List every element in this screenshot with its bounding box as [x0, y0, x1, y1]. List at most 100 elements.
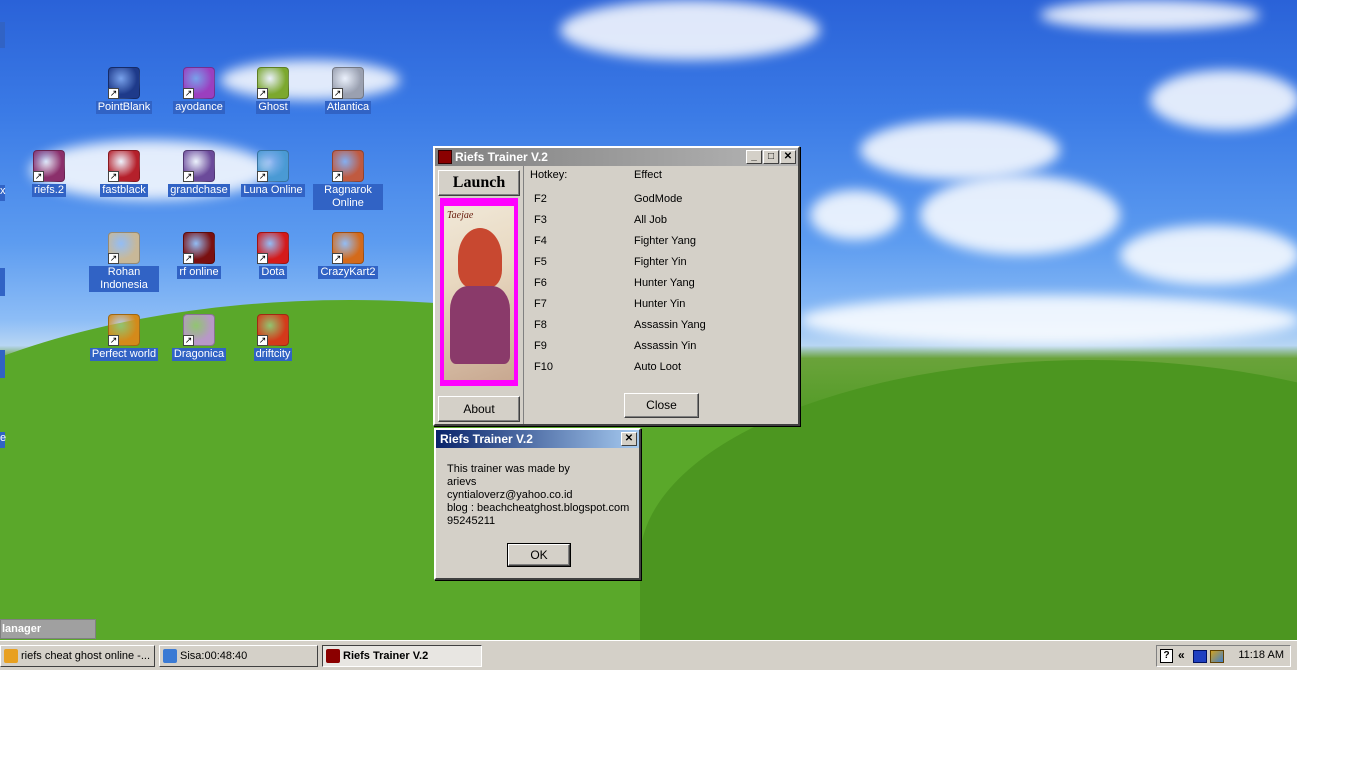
about-line: arievs — [447, 476, 477, 488]
shortcut-icon: ↗ — [257, 314, 289, 346]
desktop-icon[interactable]: ↗ driftcity — [238, 314, 308, 361]
shortcut-arrow-icon: ↗ — [257, 171, 268, 182]
cloud — [800, 295, 1297, 345]
minimize-button[interactable]: _ — [746, 150, 762, 164]
shortcut-arrow-icon: ↗ — [33, 171, 44, 182]
character-image: Taejae — [444, 206, 514, 380]
desktop-icon[interactable]: ↗ Luna Online — [238, 150, 308, 197]
hotkey-effect: Fighter Yin — [634, 256, 687, 268]
taskbar-task[interactable]: Riefs Trainer V.2 — [322, 645, 482, 667]
about-close-icon[interactable]: ✕ — [621, 432, 637, 446]
desktop-icon[interactable]: ↗ ayodance — [164, 67, 234, 114]
desktop-icon-label: riefs.2 — [32, 184, 66, 197]
hotkey-key: F10 — [534, 361, 553, 373]
clock[interactable]: 11:18 AM — [1238, 649, 1284, 661]
edge-label-text: x — [0, 185, 6, 197]
desktop-icon-label: Atlantica — [324, 101, 372, 114]
edge-icon-label[interactable] — [0, 268, 5, 296]
hotkey-effect: Auto Loot — [634, 361, 682, 373]
hotkey-key: F6 — [534, 277, 547, 289]
trainer-titlebar[interactable]: Riefs Trainer V.2 _ □ ✕ — [435, 148, 798, 166]
trainer-app-icon — [438, 150, 452, 164]
edge-icon-label[interactable] — [0, 350, 5, 378]
taskbar-task[interactable]: riefs cheat ghost online -... — [0, 645, 155, 667]
shortcut-arrow-icon: ↗ — [183, 88, 194, 99]
edge-icon-label[interactable]: x — [0, 185, 6, 201]
desktop-icon[interactable]: ↗ Atlantica — [313, 67, 383, 114]
desktop-icon[interactable]: ↗ fastblack — [89, 150, 159, 197]
about-titlebar[interactable]: Riefs Trainer V.2 ✕ — [436, 430, 639, 448]
edge-icon-label[interactable] — [0, 22, 5, 48]
edge-label-text: e — [0, 432, 7, 444]
desktop-icon[interactable]: ↗ Dota — [238, 232, 308, 279]
shortcut-arrow-icon: ↗ — [183, 335, 194, 346]
tray-app-icon[interactable] — [1210, 650, 1224, 663]
hotkey-header: Hotkey: — [530, 169, 568, 181]
task-app-icon — [163, 649, 177, 663]
desktop-icon[interactable]: ↗ CrazyKart2 — [313, 232, 383, 279]
shortcut-arrow-icon: ↗ — [332, 253, 343, 264]
trainer-title: Riefs Trainer V.2 — [455, 150, 548, 164]
hotkey-effect: Assassin Yin — [634, 340, 697, 352]
desktop-icon-label: Perfect world — [89, 348, 159, 361]
desktop-icon[interactable]: ↗ Rohan Indonesia — [89, 232, 159, 292]
shortcut-icon: ↗ — [183, 314, 215, 346]
cloud — [860, 120, 1060, 180]
desktop-icon[interactable]: ↗ Dragonica — [164, 314, 234, 361]
shortcut-icon: ↗ — [183, 67, 215, 99]
edge-icon-label[interactable]: e — [0, 432, 7, 448]
task-label: riefs cheat ghost online -... — [21, 650, 151, 662]
shortcut-icon: ↗ — [257, 232, 289, 264]
character-body — [450, 286, 510, 364]
desktop-icon-label: Dota — [259, 266, 287, 279]
about-button[interactable]: About — [438, 396, 520, 422]
help-icon[interactable]: ? — [1160, 649, 1173, 663]
desktop-icon[interactable]: ↗ Ghost — [238, 67, 308, 114]
desktop-icon-label: fastblack — [100, 184, 148, 197]
desktop-icon-label: Luna Online — [241, 184, 305, 197]
desktop-icon[interactable]: ↗ grandchase — [164, 150, 234, 197]
hotkey-key: F9 — [534, 340, 547, 352]
maximize-button[interactable]: □ — [763, 150, 779, 164]
taskbar-task[interactable]: Sisa:00:48:40 — [159, 645, 318, 667]
shortcut-icon: ↗ — [108, 314, 140, 346]
shortcut-arrow-icon: ↗ — [183, 171, 194, 182]
shortcut-icon: ↗ — [257, 67, 289, 99]
desktop-icon[interactable]: ↗ Ragnarok Online — [313, 150, 383, 210]
manager-label: lanager — [2, 623, 42, 635]
ok-button[interactable]: OK — [507, 543, 571, 567]
hotkey-effect: Hunter Yang — [634, 277, 695, 289]
about-line: This trainer was made by — [447, 463, 570, 475]
launch-button[interactable]: Launch — [438, 170, 520, 196]
desktop-icon-label: ayodance — [173, 101, 225, 114]
desktop-icon[interactable]: ↗ Perfect world — [89, 314, 159, 361]
network-icon[interactable] — [1193, 650, 1207, 663]
about-title: Riefs Trainer V.2 — [440, 432, 533, 446]
character-head — [458, 228, 502, 288]
desktop-icon[interactable]: ↗ rf online — [164, 232, 234, 279]
shortcut-icon: ↗ — [257, 150, 289, 182]
hotkey-effect: Hunter Yin — [634, 298, 686, 310]
about-dialog: Riefs Trainer V.2 ✕ This trainer was mad… — [434, 428, 641, 580]
tray-expand-icon[interactable]: « — [1178, 648, 1185, 662]
desktop-icon[interactable]: ↗ riefs.2 — [14, 150, 84, 197]
hotkey-effect: Fighter Yang — [634, 235, 696, 247]
desktop-icon-label: Ragnarok Online — [313, 184, 383, 210]
taskbar: riefs cheat ghost online -... Sisa:00:48:… — [0, 640, 1297, 670]
trainer-window: Riefs Trainer V.2 _ □ ✕ Launch Taejae Ab… — [433, 146, 800, 426]
cloud — [1120, 225, 1297, 285]
task-label: Sisa:00:48:40 — [180, 650, 248, 662]
hotkey-key: F8 — [534, 319, 547, 331]
shortcut-arrow-icon: ↗ — [257, 335, 268, 346]
system-tray: ? « 11:18 AM — [1156, 645, 1291, 667]
desktop-icon-label: grandchase — [168, 184, 230, 197]
desktop-icon-label: Ghost — [256, 101, 290, 114]
close-icon[interactable]: ✕ — [780, 150, 796, 164]
manager-minimized[interactable]: lanager — [0, 619, 96, 639]
hotkey-effect: Assassin Yang — [634, 319, 706, 331]
cloud — [1150, 70, 1297, 130]
shortcut-arrow-icon: ↗ — [108, 335, 119, 346]
shortcut-arrow-icon: ↗ — [183, 253, 194, 264]
desktop-icon[interactable]: ↗ PointBlank — [89, 67, 159, 114]
close-button[interactable]: Close — [624, 393, 699, 418]
